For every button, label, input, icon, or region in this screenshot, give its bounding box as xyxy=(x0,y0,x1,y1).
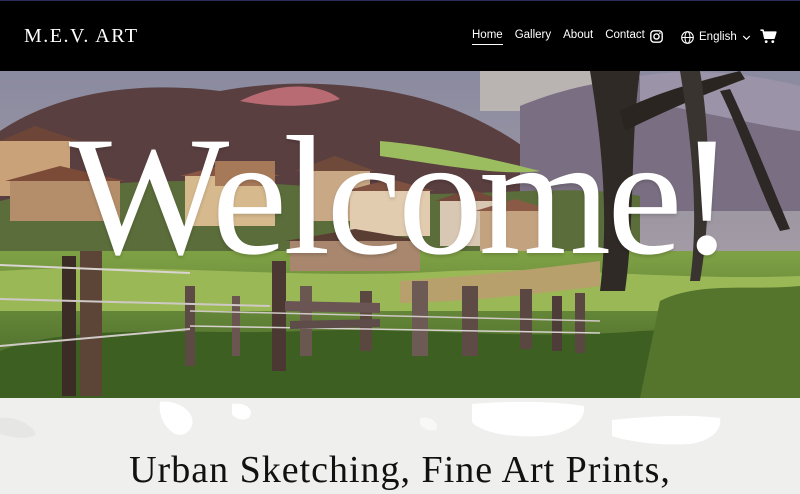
nav-link-home[interactable]: Home xyxy=(472,28,503,45)
site-logo[interactable]: M.E.V. ART xyxy=(24,25,139,47)
site-header: M.E.V. ART Home Gallery About Contact En… xyxy=(0,0,800,71)
nav-link-contact[interactable]: Contact xyxy=(605,28,645,43)
chevron-down-icon xyxy=(742,35,750,40)
hero-title: Welcome! xyxy=(68,102,735,290)
hero-section: Welcome! xyxy=(0,71,800,398)
main-nav: Home Gallery About Contact xyxy=(472,28,657,45)
intro-section: Urban Sketching, Fine Art Prints, xyxy=(0,398,800,494)
nav-link-about[interactable]: About xyxy=(563,28,593,43)
cart-icon[interactable] xyxy=(760,29,777,44)
nav-link-gallery[interactable]: Gallery xyxy=(515,28,551,43)
page: M.E.V. ART Home Gallery About Contact En… xyxy=(0,0,800,494)
globe-icon xyxy=(681,30,694,44)
instagram-icon[interactable] xyxy=(650,30,663,43)
intro-heading: Urban Sketching, Fine Art Prints, xyxy=(129,449,671,491)
language-selector[interactable]: English xyxy=(681,30,751,44)
language-label: English xyxy=(699,31,737,43)
